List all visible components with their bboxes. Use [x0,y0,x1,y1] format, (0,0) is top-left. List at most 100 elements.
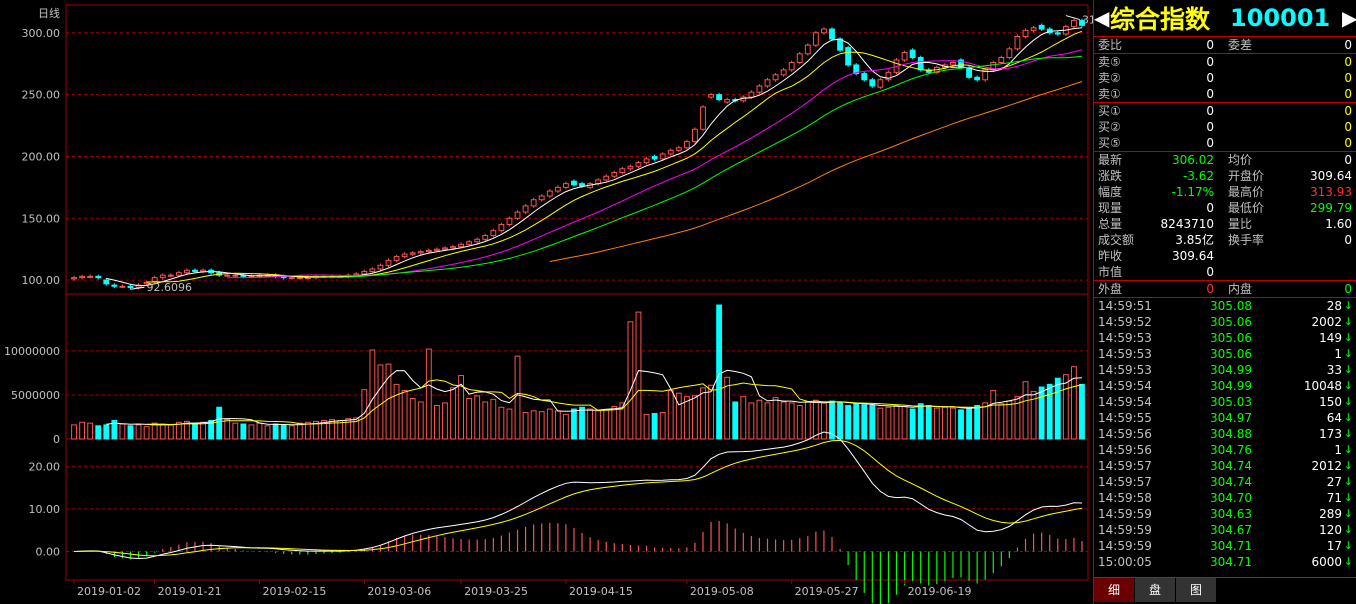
candle[interactable] [522,205,529,213]
candle[interactable] [804,44,811,55]
candle[interactable] [764,79,771,87]
volume-bar[interactable] [482,401,489,440]
volume-bar[interactable] [683,396,690,440]
candle[interactable] [385,259,392,266]
volume-bar[interactable] [1022,381,1029,440]
volume-bar[interactable] [401,390,408,440]
candle[interactable] [821,28,827,34]
candle[interactable] [514,211,521,219]
candle[interactable] [546,190,553,197]
volume-bar[interactable] [925,405,932,440]
candle[interactable] [901,52,908,61]
candle[interactable] [675,147,682,151]
volume-bar[interactable] [700,387,706,440]
volume-bar[interactable] [546,408,553,440]
tab-chart[interactable]: 图 [1176,578,1217,602]
volume-bar[interactable] [675,392,682,440]
volume-bar[interactable] [1006,400,1013,440]
candle[interactable] [788,61,795,71]
candle[interactable] [111,284,118,287]
candle[interactable] [837,38,843,51]
volume-bar[interactable] [442,402,448,440]
candle[interactable] [554,186,561,192]
volume-bar[interactable] [71,424,77,440]
volume-bar[interactable] [950,407,956,440]
candle[interactable] [184,269,190,274]
volume-bar[interactable] [611,405,618,440]
volume-bar[interactable] [417,401,424,440]
candle[interactable] [369,268,376,272]
volume-bar[interactable] [1062,374,1069,440]
candle[interactable] [611,172,618,177]
volume-bar[interactable] [87,422,94,440]
volume-bar[interactable] [941,406,948,440]
candle[interactable] [103,279,110,285]
volume-bar[interactable] [627,321,634,440]
candle[interactable] [619,168,626,174]
candle[interactable] [651,155,658,160]
volume-bar[interactable] [264,425,271,440]
volume-bar[interactable] [272,423,279,440]
volume-bar[interactable] [232,422,239,440]
candle[interactable] [361,270,368,275]
volume-bar[interactable] [143,426,150,440]
candle[interactable] [200,269,206,272]
candle[interactable] [288,277,295,280]
volume-bar[interactable] [853,403,860,440]
candle[interactable] [909,49,916,59]
volume-bar[interactable] [837,402,843,440]
volume-bar[interactable] [603,409,610,440]
volume-bar[interactable] [224,419,231,440]
volume-bar[interactable] [821,402,827,440]
volume-bar[interactable] [893,405,900,440]
volume-bar[interactable] [256,422,263,440]
candle[interactable] [708,94,714,98]
volume-bar[interactable] [562,413,569,440]
volume-bar[interactable] [909,408,916,440]
volume-bar[interactable] [409,397,416,440]
volume-bar[interactable] [151,422,158,440]
candle[interactable] [756,85,763,93]
candle[interactable] [417,251,424,254]
volume-bar[interactable] [861,404,868,440]
candle[interactable] [87,275,94,278]
candle[interactable] [861,73,868,81]
volume-bar[interactable] [595,410,602,440]
volume-bar[interactable] [506,408,513,440]
volume-bar[interactable] [885,406,892,440]
volume-bar[interactable] [79,421,86,440]
candle[interactable] [482,235,489,240]
candle[interactable] [192,269,198,272]
candle[interactable] [643,158,650,164]
candle[interactable] [716,94,723,101]
volume-bar[interactable] [587,408,594,440]
volume-bar[interactable] [167,424,174,440]
volume-bar[interactable] [788,402,795,440]
volume-bar[interactable] [812,399,819,440]
volume-bar[interactable] [393,383,400,440]
candle[interactable] [562,183,569,188]
candle[interactable] [845,47,852,66]
volume-bar[interactable] [280,424,287,440]
volume-bar[interactable] [159,423,166,440]
tab-order-book[interactable]: 盘 [1135,578,1176,602]
volume-bar[interactable] [377,364,384,440]
candle[interactable] [224,274,231,277]
volume-bar[interactable] [288,425,295,440]
volume-bar[interactable] [95,425,102,440]
volume-bar[interactable] [248,424,255,440]
volume-bar[interactable] [498,406,505,440]
candle[interactable] [79,275,86,279]
candle[interactable] [530,199,537,207]
candle[interactable] [450,246,456,249]
candle[interactable] [506,217,513,225]
candle[interactable] [232,274,239,277]
volume-bar[interactable] [667,390,674,440]
candle[interactable] [700,106,706,130]
volume-bar[interactable] [877,407,884,440]
volume-bar[interactable] [643,413,650,440]
volume-bar[interactable] [1046,383,1053,440]
candle[interactable] [748,91,755,98]
volume-bar[interactable] [425,348,432,440]
kline-chart-area[interactable]: 日线 100.00 150.00 200.00 250.00 300.00 92.6096 3… [0,0,1093,604]
